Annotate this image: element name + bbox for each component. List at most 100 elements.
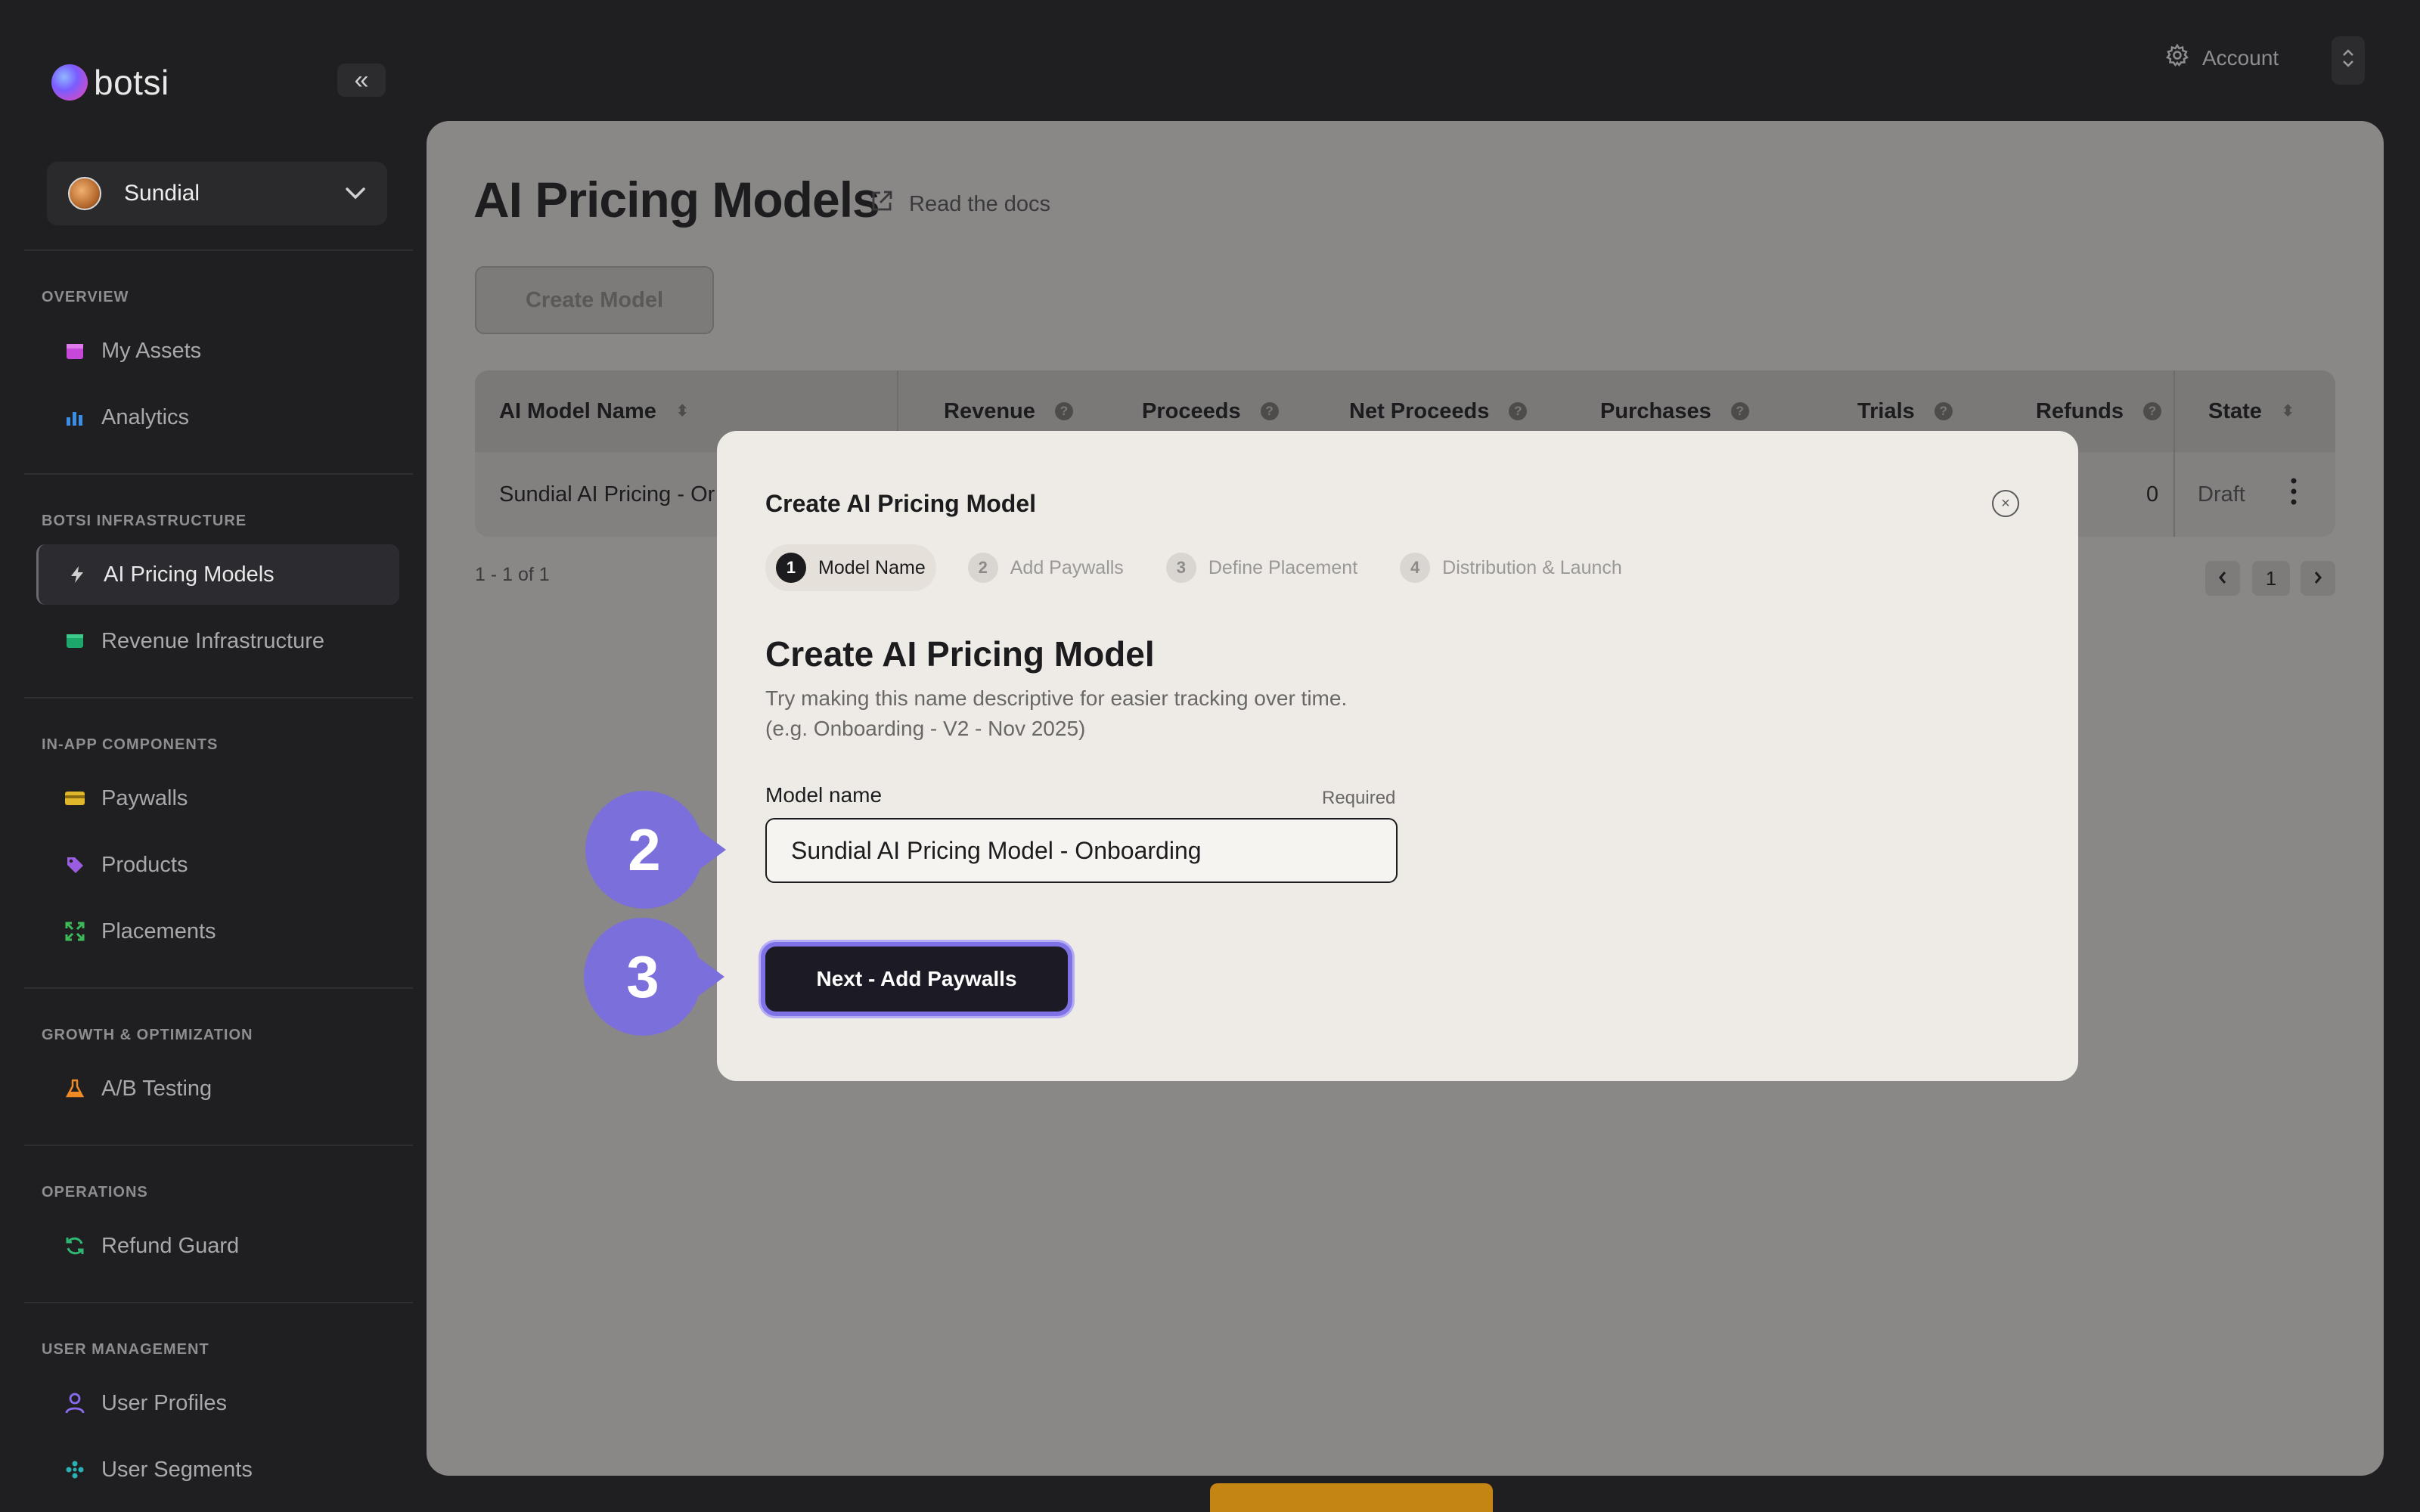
step-label: Model Name bbox=[818, 556, 926, 578]
next-add-paywalls-button[interactable]: Next - Add Paywalls bbox=[765, 947, 1068, 1012]
cell-state: Draft bbox=[2198, 482, 2245, 507]
sidebar-item-placements[interactable]: Placements bbox=[36, 901, 399, 962]
collapse-sidebar-button[interactable]: « bbox=[337, 64, 386, 97]
assets-icon bbox=[64, 339, 86, 362]
external-link-icon bbox=[870, 189, 894, 219]
chevron-left-icon bbox=[2217, 567, 2228, 590]
help-icon[interactable]: ? bbox=[1730, 402, 1749, 420]
sidebar-item-analytics[interactable]: Analytics bbox=[36, 387, 399, 448]
create-model-button[interactable]: Create Model bbox=[475, 266, 714, 334]
sidebar-divider bbox=[24, 249, 413, 251]
step-number: 3 bbox=[1165, 553, 1196, 583]
section-label-botsi-infrastructure: BOTSI INFRASTRUCTURE bbox=[42, 513, 247, 529]
section-label-in-app-components: IN-APP COMPONENTS bbox=[42, 736, 219, 753]
bolt-icon bbox=[66, 563, 88, 586]
sidebar: botsi « Sundial OVERVIEW My Assets Analy… bbox=[0, 0, 414, 1512]
sidebar-item-label: Placements bbox=[101, 919, 216, 943]
sidebar-item-label: Analytics bbox=[101, 404, 190, 429]
help-icon[interactable]: ? bbox=[2143, 402, 2161, 420]
sidebar-divider bbox=[24, 697, 413, 699]
workspace-name: Sundial bbox=[124, 181, 200, 206]
step-add-paywalls[interactable]: 2 Add Paywalls bbox=[957, 544, 1134, 591]
form-heading: Create AI Pricing Model bbox=[765, 634, 1155, 674]
help-icon[interactable]: ? bbox=[1509, 402, 1528, 420]
step-number: 4 bbox=[1400, 553, 1431, 583]
page-number-button[interactable]: 1 bbox=[2252, 561, 2290, 596]
sidebar-item-revenue-infrastructure[interactable]: Revenue Infrastructure bbox=[36, 611, 399, 671]
modal-title: Create AI Pricing Model bbox=[765, 490, 1036, 517]
brand-name: botsi bbox=[94, 63, 169, 102]
step-define-placement[interactable]: 3 Define Placement bbox=[1156, 544, 1368, 591]
step-label: Distribution & Launch bbox=[1442, 556, 1622, 578]
sidebar-divider bbox=[24, 1145, 413, 1146]
sidebar-item-label: User Profiles bbox=[101, 1390, 227, 1415]
sidebar-item-label: AI Pricing Models bbox=[104, 562, 275, 587]
required-indicator: Required bbox=[1322, 788, 1396, 808]
page-title: AI Pricing Models bbox=[473, 172, 880, 228]
next-page-button[interactable] bbox=[2301, 561, 2335, 596]
section-label-user-management: USER MANAGEMENT bbox=[42, 1341, 209, 1358]
chevron-down-icon bbox=[345, 182, 366, 206]
sidebar-item-label: Refund Guard bbox=[101, 1233, 240, 1258]
step-distribution-launch[interactable]: 4 Distribution & Launch bbox=[1389, 544, 1633, 591]
expand-icon bbox=[64, 920, 86, 943]
sidebar-item-user-segments[interactable]: User Segments bbox=[36, 1439, 399, 1500]
workspace-avatar bbox=[68, 177, 101, 210]
close-modal-button[interactable]: × bbox=[1992, 490, 2019, 517]
help-icon[interactable]: ? bbox=[1260, 402, 1279, 420]
form-example-text: (e.g. Onboarding - V2 - Nov 2025) bbox=[765, 717, 1086, 740]
read-docs-label: Read the docs bbox=[909, 191, 1051, 216]
bottom-floating-tab[interactable] bbox=[1210, 1483, 1493, 1512]
callout-number: 2 bbox=[628, 816, 661, 883]
cell-refunds: 0 bbox=[2146, 482, 2159, 507]
more-vertical-icon bbox=[2290, 476, 2297, 513]
botsi-logo-icon bbox=[51, 64, 88, 101]
account-button[interactable]: Account bbox=[2166, 43, 2279, 73]
column-header-state[interactable]: State ⬍ bbox=[2208, 370, 2294, 452]
sidebar-item-paywalls[interactable]: Paywalls bbox=[36, 768, 399, 829]
callout-marker-2: 2 bbox=[585, 791, 726, 909]
bar-chart-icon bbox=[64, 406, 86, 429]
row-actions-button[interactable] bbox=[2290, 452, 2297, 537]
sidebar-item-ab-testing[interactable]: A/B Testing bbox=[36, 1058, 399, 1119]
column-header-name[interactable]: AI Model Name ⬍ bbox=[499, 370, 689, 452]
server-icon bbox=[64, 630, 86, 652]
chevrons-up-down-icon bbox=[2341, 47, 2356, 74]
section-label-operations: OPERATIONS bbox=[42, 1184, 148, 1201]
help-icon[interactable]: ? bbox=[1934, 402, 1953, 420]
user-icon bbox=[64, 1392, 86, 1414]
prev-page-button[interactable] bbox=[2205, 561, 2240, 596]
expand-toggle-button[interactable] bbox=[2332, 36, 2365, 85]
sidebar-item-products[interactable]: Products bbox=[36, 835, 399, 895]
sidebar-divider bbox=[24, 473, 413, 475]
create-model-modal: Create AI Pricing Model × 1 Model Name 2… bbox=[717, 431, 2078, 1081]
sidebar-item-refund-guard[interactable]: Refund Guard bbox=[36, 1216, 399, 1276]
double-chevron-left-icon: « bbox=[354, 65, 369, 94]
sidebar-divider bbox=[24, 987, 413, 989]
section-label-overview: OVERVIEW bbox=[42, 289, 129, 305]
tag-icon bbox=[64, 854, 86, 876]
workspace-selector[interactable]: Sundial bbox=[47, 162, 387, 225]
sidebar-item-label: Revenue Infrastructure bbox=[101, 628, 324, 653]
step-label: Define Placement bbox=[1208, 556, 1358, 578]
cell-model-name: Sundial AI Pricing - Or bbox=[499, 482, 715, 507]
form-help-text: Try making this name descriptive for eas… bbox=[765, 686, 1348, 710]
brand-logo[interactable]: botsi bbox=[51, 62, 169, 103]
refresh-icon bbox=[64, 1235, 86, 1257]
sidebar-item-user-profiles[interactable]: User Profiles bbox=[36, 1373, 399, 1433]
sidebar-item-label: A/B Testing bbox=[101, 1076, 213, 1101]
sidebar-item-ai-pricing-models[interactable]: AI Pricing Models bbox=[36, 544, 399, 605]
sidebar-item-label: My Assets bbox=[101, 338, 202, 363]
sidebar-item-label: Products bbox=[101, 852, 188, 877]
sort-icon: ⬍ bbox=[2281, 403, 2294, 420]
step-label: Add Paywalls bbox=[1010, 556, 1124, 578]
read-docs-link[interactable]: Read the docs bbox=[870, 189, 1050, 219]
help-icon[interactable]: ? bbox=[1054, 402, 1073, 420]
chevron-right-icon bbox=[2313, 567, 2323, 590]
sidebar-item-my-assets[interactable]: My Assets bbox=[36, 321, 399, 381]
segments-icon bbox=[64, 1458, 86, 1481]
step-model-name[interactable]: 1 Model Name bbox=[765, 544, 936, 591]
gear-icon bbox=[2166, 43, 2189, 73]
flask-icon bbox=[64, 1077, 86, 1100]
model-name-input[interactable] bbox=[765, 818, 1398, 883]
